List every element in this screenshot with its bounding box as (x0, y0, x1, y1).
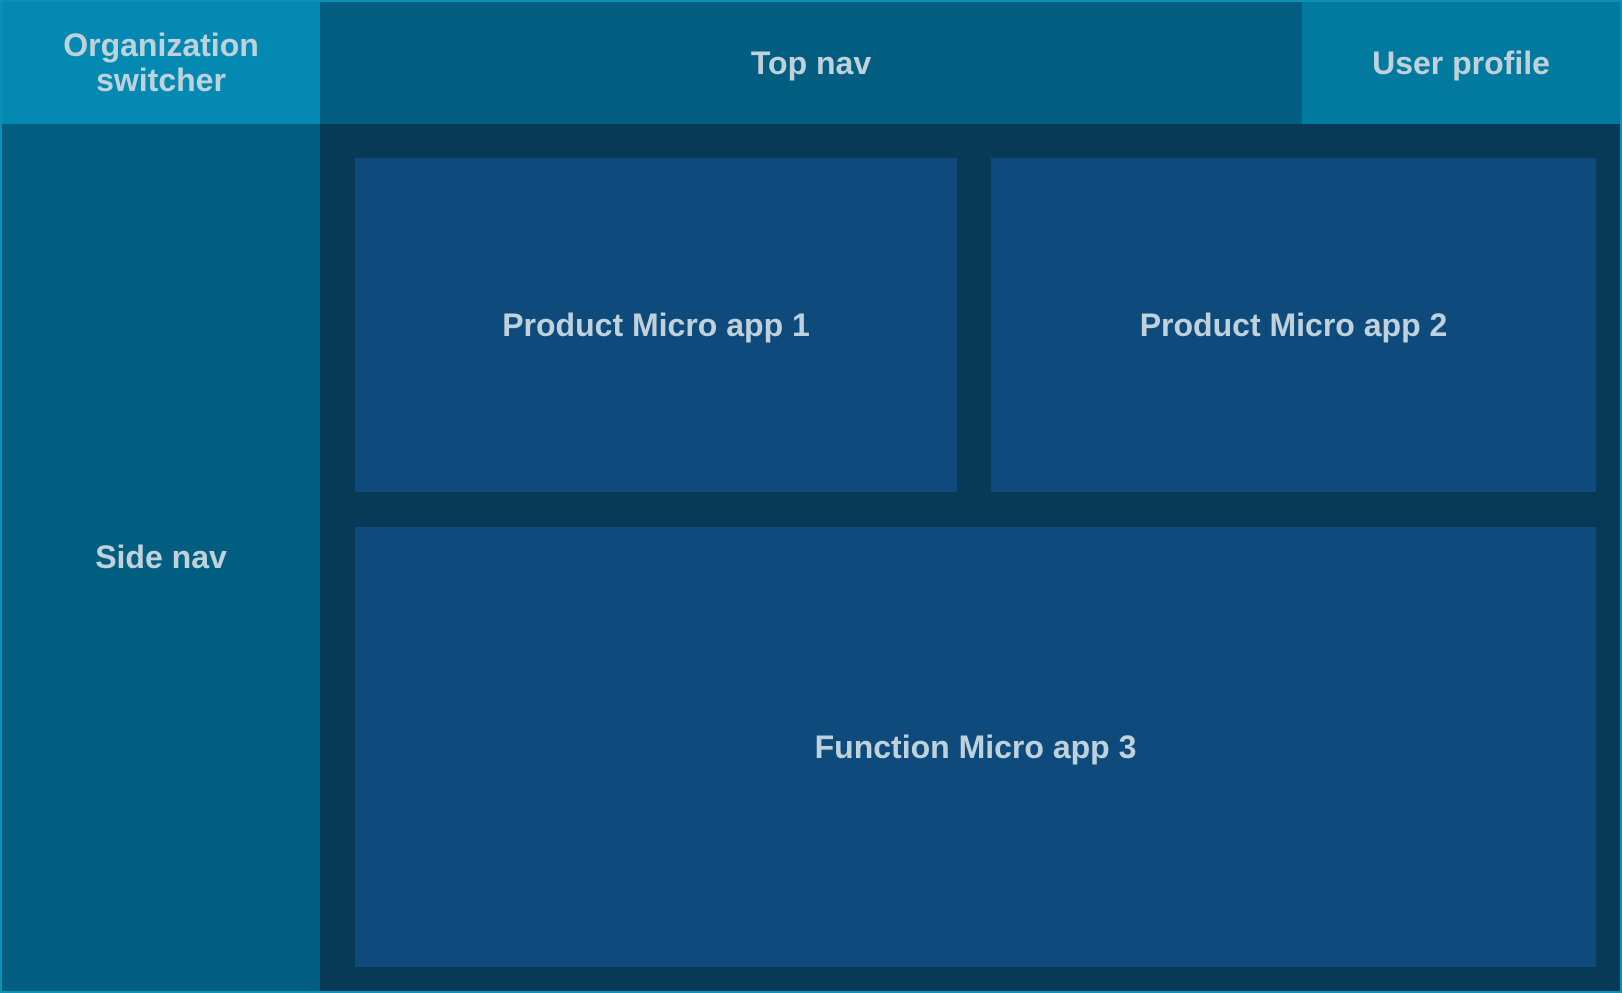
top-nav[interactable]: Top nav (320, 2, 1302, 124)
user-profile-label: User profile (1372, 44, 1550, 81)
organization-switcher[interactable]: Organization switcher (2, 2, 320, 124)
product-micro-app-1-label: Product Micro app 1 (502, 306, 810, 343)
function-micro-app-3-label: Function Micro app 3 (814, 728, 1137, 765)
product-micro-app-2[interactable]: Product Micro app 2 (991, 158, 1596, 492)
product-micro-app-1[interactable]: Product Micro app 1 (355, 158, 957, 492)
function-micro-app-3[interactable]: Function Micro app 3 (355, 527, 1596, 967)
user-profile[interactable]: User profile (1302, 2, 1620, 124)
side-nav[interactable]: Side nav (2, 124, 320, 991)
top-nav-label: Top nav (750, 44, 872, 81)
organization-switcher-label-line2: switcher (96, 62, 226, 98)
product-micro-app-2-label: Product Micro app 2 (1139, 306, 1448, 343)
organization-switcher-label-line1: Organization (63, 27, 259, 64)
shell-layout-diagram: Organization switcher Top nav User profi… (0, 0, 1622, 993)
side-nav-label: Side nav (95, 539, 227, 576)
